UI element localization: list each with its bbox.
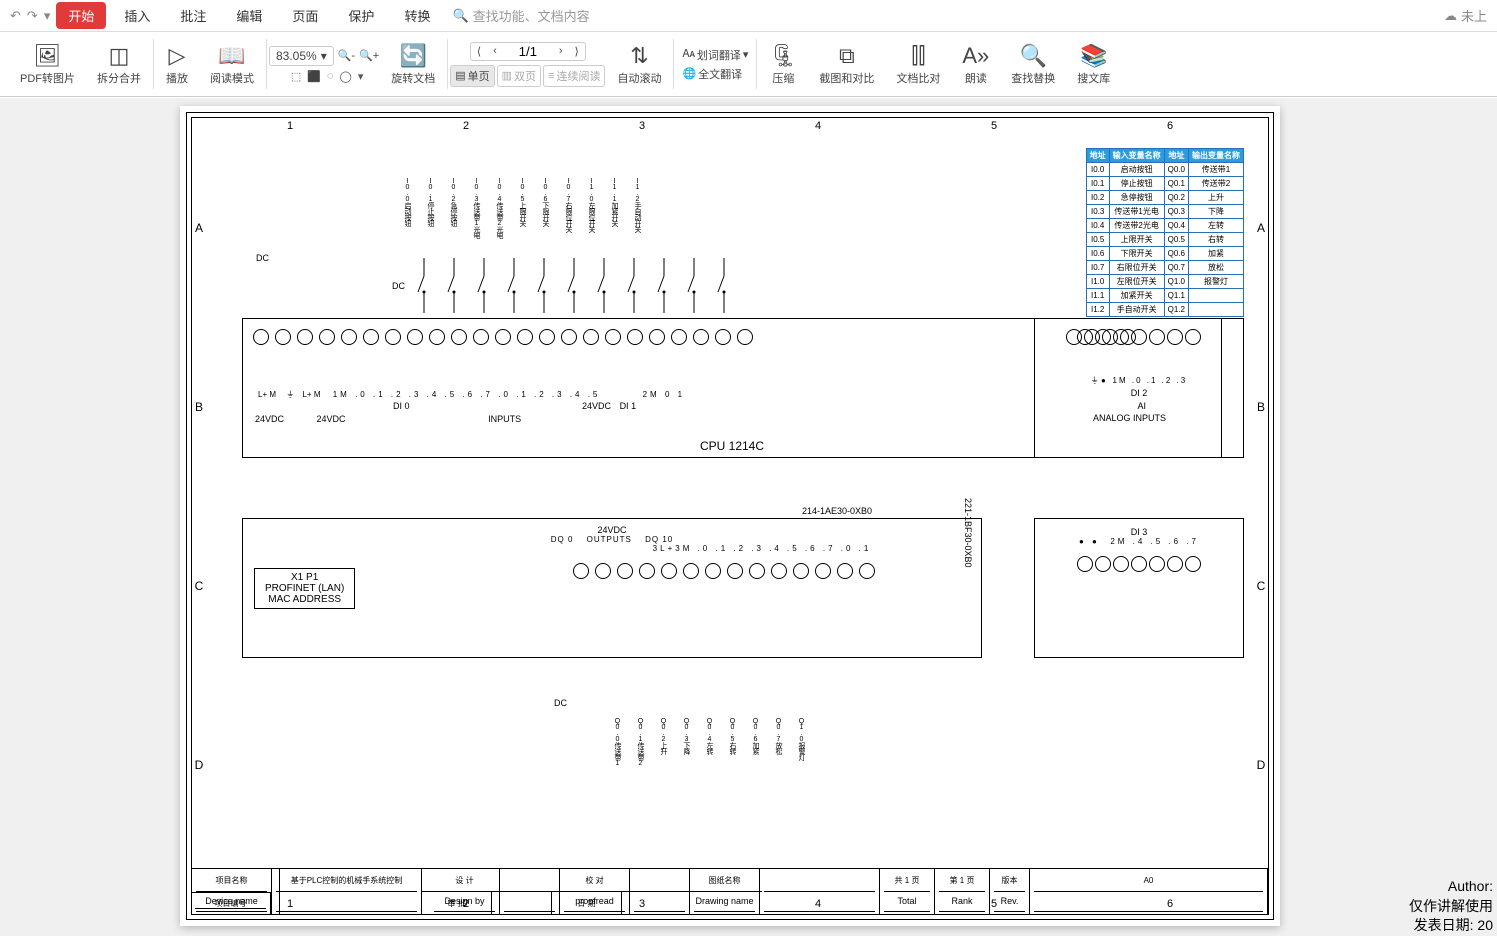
fit-selection-icon[interactable]: ◌ [327, 70, 334, 83]
search-function[interactable]: 🔍 查找功能、文档内容 [452, 6, 589, 25]
profinet-lan-box: X1 P1 PROFINET (LAN) MAC ADDRESS [254, 568, 355, 609]
btn-search-library[interactable]: 📚搜文库 [1067, 32, 1120, 96]
undo-icon[interactable]: ↶ [10, 8, 21, 24]
ext-part-number: 221-1BF30-0XB0 [963, 498, 973, 568]
fit-more-icon[interactable]: ▾ [358, 70, 364, 83]
tab-edit[interactable]: 编辑 [224, 2, 274, 29]
find-icon: 🔍 [1020, 42, 1047, 70]
ruler-left: ABCD [192, 138, 206, 854]
btn-read-aloud[interactable]: A»朗读 [952, 32, 999, 96]
prev-page-icon[interactable]: ‹ [487, 43, 503, 59]
btn-word-translate[interactable]: 🗛划词翻译▾ [682, 47, 748, 63]
btn-read-mode[interactable]: 📖阅读模式 [200, 32, 264, 96]
cpu-part-number: 214-1AE30-0XB0 [802, 506, 872, 516]
compare-icon: ⫿⫿ [911, 42, 925, 70]
speaker-icon: A» [962, 42, 989, 70]
doublepage-icon: ▥ [502, 69, 512, 82]
screenshot-icon: ⧉ [839, 42, 855, 70]
btn-split-merge[interactable]: ◫拆分合并 [87, 32, 151, 96]
btn-double-page[interactable]: ▥双页 [497, 65, 541, 87]
tab-insert[interactable]: 插入 [112, 2, 162, 29]
tab-annotate[interactable]: 批注 [168, 2, 218, 29]
extension-output-block: DI 3 ● ● 2M .4 .5 .6 .7 document.write(A… [1034, 518, 1244, 658]
continuous-icon: ≡ [548, 70, 554, 82]
tab-start[interactable]: 开始 [56, 2, 106, 29]
btn-full-translate[interactable]: 🌐全文翻译 [682, 66, 748, 82]
btn-screenshot-compare[interactable]: ⧉截图和对比 [809, 32, 884, 96]
first-page-icon[interactable]: ⟨ [471, 43, 487, 60]
fit-other-icon[interactable]: ◯ [340, 70, 352, 83]
io-variable-table: 地址输入变量名称地址输出变量名称 I0.0启动按钮Q0.0传送带1I0.1停止按… [1086, 148, 1244, 317]
qat-dropdown-icon[interactable]: ▾ [44, 8, 51, 24]
book-icon: 📖 [218, 42, 245, 70]
btn-autoscroll[interactable]: ⇅自动滚动 [607, 32, 671, 96]
output-wire-labels: Q0.0传送带1Q0.1传送带2Q0.2上升Q0.3下降Q0.4左转Q0.5右转… [612, 718, 1032, 858]
next-page-icon[interactable]: › [553, 43, 569, 59]
btn-play[interactable]: ▷播放 [156, 32, 198, 96]
cloud-icon: ☁ [1444, 8, 1457, 24]
dc-label-2: DC [392, 281, 405, 291]
rotate-icon: 🔄 [400, 42, 427, 70]
scroll-icon: ⇅ [630, 42, 648, 70]
tab-page[interactable]: 页面 [280, 2, 330, 29]
split-icon: ◫ [109, 42, 130, 70]
library-icon: 📚 [1080, 42, 1107, 70]
search-icon: 🔍 [452, 8, 468, 24]
chevron-down-icon: ▾ [321, 49, 327, 63]
zoom-in-icon[interactable]: 🔍+ [359, 49, 379, 62]
fit-page-icon[interactable]: ⬚ [291, 70, 301, 83]
search-placeholder: 查找功能、文档内容 [473, 6, 590, 25]
fit-width-icon[interactable]: ⬛ [307, 70, 321, 83]
page-nav: ⟨ ‹ › ⟩ [470, 42, 586, 61]
ruler-right: ABCD [1254, 138, 1268, 854]
btn-continuous[interactable]: ≡连续阅读 [543, 65, 605, 87]
cloud-status[interactable]: ☁ 未上 [1444, 6, 1487, 25]
image-icon: 🖼 [34, 42, 62, 70]
tab-protect[interactable]: 保护 [336, 2, 386, 29]
watermark-text: Author: 仅作讲解使用 发表日期: 20 [1409, 877, 1493, 936]
ribbon-toolbar: 🖼PDF转图片 ◫拆分合并 ▷播放 📖阅读模式 83.05%▾ 🔍- 🔍+ ⬚ … [0, 32, 1497, 97]
play-icon: ▷ [169, 42, 186, 70]
zoom-out-icon[interactable]: 🔍- [338, 49, 355, 62]
singlepage-icon: ▤ [455, 69, 465, 82]
btn-rotate[interactable]: 🔄旋转文档 [381, 32, 445, 96]
dc-label-3: DC [554, 698, 567, 708]
page-input[interactable] [503, 44, 553, 59]
switch-symbols [416, 258, 896, 313]
fit-icons: ⬚ ⬛ ◌ ◯ ▾ [291, 70, 364, 83]
document-viewport[interactable]: 123456 123456 ABCD ABCD 地址输入变量名称地址输出变量名称… [0, 98, 1497, 936]
translate-icon: 🌐 [682, 67, 696, 80]
btn-doc-compare[interactable]: ⫿⫿文档比对 [886, 32, 950, 96]
tab-convert[interactable]: 转换 [392, 2, 442, 29]
last-page-icon[interactable]: ⟩ [569, 43, 585, 60]
zoom-select[interactable]: 83.05%▾ [269, 46, 334, 66]
compress-icon: 🗜 [769, 42, 797, 70]
chevron-down-icon: ▾ [743, 48, 749, 61]
quick-access: ↶ ↷ ▾ [10, 8, 50, 24]
btn-pdf-to-image[interactable]: 🖼PDF转图片 [10, 32, 85, 96]
extension-input-block: document.write(Array(7).fill('<div class… [1034, 318, 1244, 458]
dc-label-1: DC [256, 253, 269, 263]
btn-single-page[interactable]: ▤单页 [450, 65, 494, 87]
pdf-page: 123456 123456 ABCD ABCD 地址输入变量名称地址输出变量名称… [180, 106, 1280, 926]
btn-compress[interactable]: 🗜压缩 [759, 32, 807, 96]
ruler-top: 123456 [202, 120, 1258, 134]
dict-icon: 🗛 [682, 48, 694, 61]
tab-bar: ↶ ↷ ▾ 开始 插入 批注 编辑 页面 保护 转换 🔍 查找功能、文档内容 ☁… [0, 0, 1497, 32]
redo-icon[interactable]: ↷ [27, 8, 38, 24]
btn-find-replace[interactable]: 🔍查找替换 [1001, 32, 1065, 96]
